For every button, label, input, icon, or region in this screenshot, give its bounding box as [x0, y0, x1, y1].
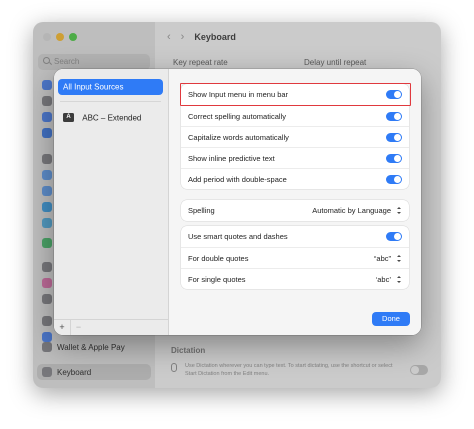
period-double-space-toggle[interactable]: [386, 174, 402, 184]
chevron-up-down-icon: [395, 206, 402, 215]
setting-label: Add period with double-space: [188, 174, 287, 184]
source-list-toolbar: + −: [54, 319, 169, 335]
quotes-group: Use smart quotes and dashes For double q…: [181, 226, 409, 289]
capitalize-words-toggle[interactable]: [386, 132, 402, 142]
predictive-text-toggle[interactable]: [386, 153, 402, 163]
source-list-divider: [60, 101, 161, 102]
done-button[interactable]: Done: [372, 312, 410, 326]
setting-label: Use smart quotes and dashes: [188, 232, 288, 241]
setting-row-spelling: Spelling Automatic by Language: [181, 200, 409, 221]
setting-label: Spelling: [188, 206, 215, 215]
setting-row-correct-spelling: Correct spelling automatically: [181, 105, 409, 126]
input-sources-sheet: All Input Sources A ABC – Extended + − S…: [54, 69, 421, 335]
setting-row-predictive-text: Show inline predictive text: [181, 147, 409, 168]
setting-row-capitalize-words: Capitalize words automatically: [181, 126, 409, 147]
source-item-label: ABC – Extended: [82, 113, 142, 123]
popup-value: “abc”: [373, 253, 391, 263]
smart-quotes-toggle[interactable]: [386, 232, 402, 241]
popup-value: Automatic by Language: [312, 206, 391, 215]
screenshot-stage: Search Wallet & Apple Pay Keyboard ‹ › K…: [0, 0, 474, 429]
add-source-button[interactable]: +: [54, 320, 70, 335]
chevron-up-down-icon: [395, 254, 402, 263]
spelling-language-popup[interactable]: Automatic by Language: [312, 206, 402, 215]
double-quotes-popup[interactable]: “abc”: [374, 254, 402, 263]
correct-spelling-toggle[interactable]: [386, 111, 402, 121]
highlight-box: [180, 83, 411, 106]
setting-row-single-quotes: For single quotes ‘abc’: [181, 268, 409, 289]
setting-label: For single quotes: [188, 274, 246, 284]
input-sources-settings: Show Input menu in menu bar Correct spel…: [169, 69, 421, 335]
source-item-label: All Input Sources: [63, 82, 124, 92]
spelling-group: Spelling Automatic by Language: [181, 200, 409, 221]
single-quotes-popup[interactable]: ‘abc’: [376, 275, 402, 284]
setting-label: Show inline predictive text: [188, 153, 275, 163]
setting-label: Correct spelling automatically: [188, 111, 286, 121]
popup-value: ‘abc’: [375, 274, 391, 284]
setting-label: For double quotes: [188, 253, 249, 263]
setting-row-period-double-space: Add period with double-space: [181, 168, 409, 189]
setting-row-smart-quotes: Use smart quotes and dashes: [181, 226, 409, 247]
setting-row-double-quotes: For double quotes “abc”: [181, 247, 409, 268]
setting-label: Capitalize words automatically: [188, 132, 289, 142]
remove-source-button[interactable]: −: [70, 320, 86, 335]
source-item-abc-extended[interactable]: A ABC – Extended: [58, 110, 163, 126]
abc-input-source-icon: A: [63, 113, 74, 123]
chevron-up-down-icon: [395, 275, 402, 284]
input-sources-list: All Input Sources A ABC – Extended + −: [54, 69, 169, 335]
source-item-all-input-sources[interactable]: All Input Sources: [58, 79, 163, 95]
